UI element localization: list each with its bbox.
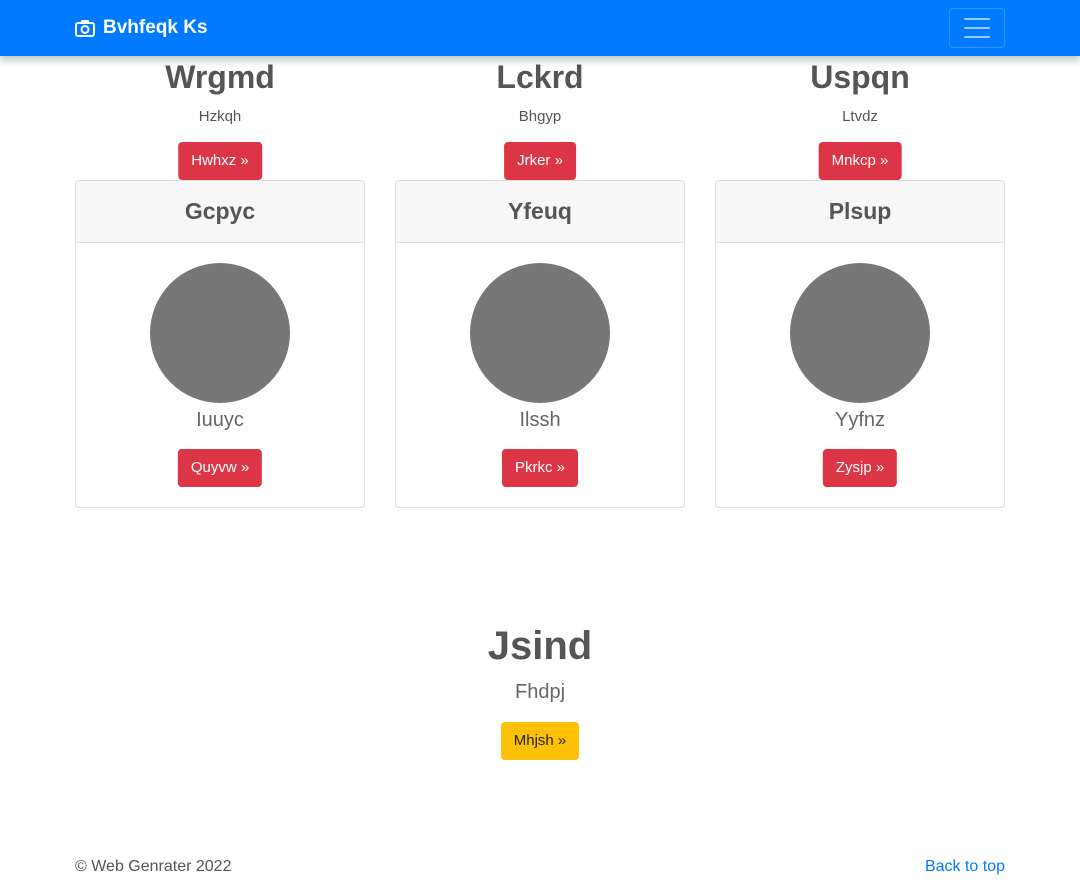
card-button[interactable]: Quyvw » xyxy=(177,449,263,487)
card-1: Gcpyc Iuuyc Quyvw » xyxy=(75,180,365,508)
placeholder-image xyxy=(790,263,930,403)
card-title: Gcpyc xyxy=(184,198,256,224)
promo-text: Bhgyp xyxy=(518,108,562,125)
promo-text: Ltvdz xyxy=(842,108,878,125)
placeholder-image xyxy=(150,263,290,403)
navbar: Bvhfeqk Ks xyxy=(0,0,1080,56)
hamburger-icon-bar-2 xyxy=(964,27,990,29)
promo-title: Uspqn xyxy=(810,59,910,95)
card-text: Ilssh xyxy=(519,409,561,431)
promo-column-1: Wrgmd Hzkqh Hwhxz » xyxy=(75,56,365,180)
card-title: Yfeuq xyxy=(508,198,572,224)
card-2: Yfeuq Ilssh Pkrkc » xyxy=(395,180,685,508)
card-button[interactable]: Zysjp » xyxy=(822,449,898,487)
hero-section: Jsind Fhdpj Mhjsh » xyxy=(0,620,1080,760)
promo-column-2: Lckrd Bhgyp Jrker » xyxy=(395,56,685,180)
hamburger-icon-bar-1 xyxy=(964,18,990,20)
hamburger-icon-bar-3 xyxy=(964,36,990,38)
card-text: Iuuyc xyxy=(196,409,244,431)
navbar-toggler-button[interactable] xyxy=(949,8,1005,48)
footer-copyright: © Web Genrater 2022 xyxy=(75,858,232,875)
brand-text: Bvhfeqk Ks xyxy=(103,17,208,38)
card-header: Gcpyc xyxy=(76,181,364,243)
card-header: Yfeuq xyxy=(396,181,684,243)
promo-text: Hzkqh xyxy=(198,108,242,125)
card-3: Plsup Yyfnz Zysjp » xyxy=(715,180,1005,508)
promo-button[interactable]: Hwhxz » xyxy=(178,142,262,180)
camera-icon xyxy=(75,20,95,37)
card-header: Plsup xyxy=(716,181,1004,243)
promo-column-3: Uspqn Ltvdz Mnkcp » xyxy=(715,56,1005,180)
card-title: Plsup xyxy=(828,198,892,224)
hero-button[interactable]: Mhjsh » xyxy=(500,722,580,760)
brand-link[interactable]: Bvhfeqk Ks xyxy=(75,0,208,56)
promo-title: Wrgmd xyxy=(165,59,275,95)
card-text: Yyfnz xyxy=(834,409,886,431)
placeholder-image xyxy=(470,263,610,403)
promo-button[interactable]: Jrker » xyxy=(504,142,576,180)
back-to-top-link[interactable]: Back to top xyxy=(925,858,1005,876)
card-button[interactable]: Pkrkc » xyxy=(501,449,579,487)
hero-title: Jsind xyxy=(487,624,593,668)
promo-button[interactable]: Mnkcp » xyxy=(818,142,902,180)
hero-text: Fhdpj xyxy=(514,681,566,703)
promo-title: Lckrd xyxy=(496,59,584,95)
